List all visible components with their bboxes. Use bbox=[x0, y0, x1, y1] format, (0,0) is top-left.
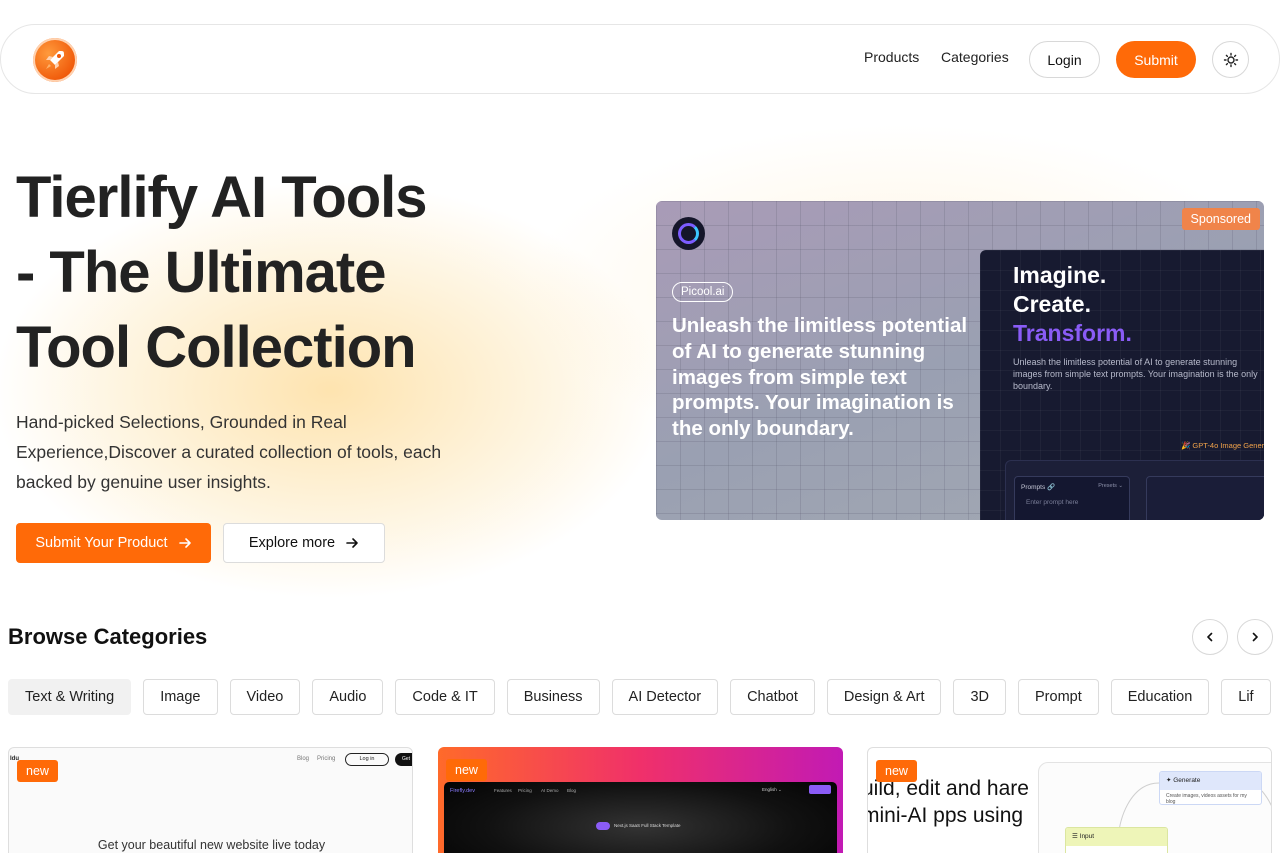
card-site-brand: Firefly.dev bbox=[450, 788, 475, 794]
banner-site-chip: Picool.ai bbox=[672, 282, 734, 302]
card-announcement-text: Next.js SaaS Full Stack Template bbox=[614, 823, 681, 828]
card-headline: uild, edit and hare mini-AI pps using bbox=[867, 777, 1029, 827]
category-tab-video[interactable]: Video bbox=[229, 679, 301, 715]
submit-your-product-button[interactable]: Submit Your Product bbox=[16, 523, 211, 563]
card-announcement-pill: Next.js SaaS Full Stack Template bbox=[596, 821, 688, 831]
product-card[interactable]: uild, edit and hare mini-AI pps using ✦ … bbox=[867, 747, 1272, 853]
card-signin-pill bbox=[809, 785, 831, 794]
card-language: English ⌄ bbox=[762, 787, 782, 792]
nav-products[interactable]: Products bbox=[864, 49, 919, 65]
panel-heading-line: Create. bbox=[1013, 291, 1091, 317]
hero-title-line: Tierlify AI Tools bbox=[16, 165, 428, 230]
hero-title-line: - The Ultimate bbox=[16, 240, 387, 305]
new-badge: new bbox=[17, 760, 58, 782]
new-badge: new bbox=[446, 759, 487, 781]
category-tab-ai-detector[interactable]: AI Detector bbox=[611, 679, 719, 715]
generate-node: ✦ Generate Create images, videos assets … bbox=[1159, 771, 1262, 805]
sponsored-badge: Sponsored bbox=[1181, 208, 1260, 230]
categories-next-button[interactable] bbox=[1237, 619, 1273, 655]
panel-prompt-area: Prompts 🔗 Presets ⌄ Enter prompt here bbox=[1005, 460, 1264, 520]
category-tab-design-art[interactable]: Design & Art bbox=[826, 679, 942, 715]
category-tab-chatbot[interactable]: Chatbot bbox=[730, 679, 815, 715]
generate-node-text: Create images, videos assets for my blog bbox=[1166, 793, 1247, 805]
category-tab-business[interactable]: Business bbox=[506, 679, 600, 715]
sponsored-banner[interactable]: Picool.ai Unleash the limitless potentia… bbox=[656, 201, 1264, 520]
panel-feature-label: 🎉 GPT-4o Image Generat bbox=[1181, 441, 1264, 450]
categories-prev-button[interactable] bbox=[1192, 619, 1228, 655]
browse-categories-title: Browse Categories bbox=[8, 624, 208, 649]
theme-toggle-button[interactable] bbox=[1212, 41, 1249, 78]
card-nav-item: Pricing bbox=[317, 756, 336, 762]
category-tab-education[interactable]: Education bbox=[1110, 679, 1210, 715]
chevron-right-icon bbox=[1252, 632, 1258, 642]
chevron-left-icon bbox=[1207, 632, 1213, 642]
nav-categories[interactable]: Categories bbox=[941, 49, 1009, 65]
hero-title-line: Tool Collection bbox=[16, 315, 417, 380]
generate-node-title: ✦ Generate bbox=[1160, 772, 1261, 790]
category-tab-lifestyle[interactable]: Lif bbox=[1221, 679, 1271, 715]
prompt-label: Prompts 🔗 bbox=[1021, 484, 1056, 491]
category-tab-3d[interactable]: 3D bbox=[953, 679, 1007, 715]
submit-your-product-label: Submit Your Product bbox=[35, 535, 168, 551]
input-node-title: ☰ Input bbox=[1066, 828, 1167, 846]
panel-heading: Imagine. Create. Transform. bbox=[1013, 261, 1132, 348]
presets-label: Presets ⌄ bbox=[1098, 483, 1123, 489]
product-card[interactable]: new Firefly.dev Features Pricing AI Demo… bbox=[438, 747, 843, 853]
banner-headline: Unleash the limitless potential of AI to… bbox=[672, 314, 968, 441]
site-header: Products Categories Login Submit bbox=[0, 24, 1280, 94]
card-flow-canvas: ✦ Generate Create images, videos assets … bbox=[1038, 762, 1271, 853]
card-cta-pill: Get bbox=[395, 753, 412, 766]
picool-logo bbox=[672, 217, 705, 250]
category-tab-prompt[interactable]: Prompt bbox=[1018, 679, 1099, 715]
card-nav-item: Blog bbox=[567, 788, 577, 793]
banner-preview-panel: Imagine. Create. Transform. Unleash the … bbox=[980, 250, 1264, 520]
product-card[interactable]: new Idu Blog Pricing Log in Get Get your… bbox=[8, 747, 413, 853]
arrow-right-icon bbox=[346, 538, 358, 548]
card-headline: Get your beautiful new website live toda… bbox=[97, 838, 326, 852]
hero-subtitle: Hand-picked Selections, Grounded in Real… bbox=[16, 412, 442, 492]
panel-heading-line: Imagine. bbox=[1013, 262, 1107, 288]
prompt-card: Prompts 🔗 Presets ⌄ Enter prompt here bbox=[1014, 476, 1130, 520]
category-tab-image[interactable]: Image bbox=[143, 679, 218, 715]
explore-more-label: Explore more bbox=[248, 535, 336, 551]
input-node: ☰ Input bbox=[1065, 827, 1168, 853]
card-nav-item: Blog bbox=[297, 756, 310, 762]
category-tab-audio[interactable]: Audio bbox=[312, 679, 384, 715]
preview-card bbox=[1146, 476, 1264, 520]
category-tabs: Text & Writing Image Video Audio Code & … bbox=[8, 679, 1272, 717]
rocket-icon[interactable] bbox=[33, 38, 77, 82]
card-nav-item: Pricing bbox=[518, 788, 532, 793]
submit-button[interactable]: Submit bbox=[1116, 41, 1196, 78]
hero-title: Tierlify AI Tools - The Ultimate Tool Co… bbox=[16, 160, 576, 385]
category-tab-text-writing[interactable]: Text & Writing bbox=[8, 679, 132, 715]
arrow-right-icon bbox=[178, 538, 191, 548]
card-nav-item: Features bbox=[494, 788, 512, 793]
sun-icon bbox=[1223, 52, 1238, 67]
card-login-pill: Log in bbox=[345, 753, 389, 766]
login-button[interactable]: Login bbox=[1029, 41, 1100, 78]
category-tab-code-it[interactable]: Code & IT bbox=[395, 679, 495, 715]
prompt-placeholder: Enter prompt here bbox=[1020, 495, 1125, 520]
panel-heading-accent: Transform. bbox=[1013, 320, 1132, 346]
card-screenshot: Firefly.dev Features Pricing AI Demo Blo… bbox=[444, 782, 837, 853]
new-badge: new bbox=[876, 760, 917, 782]
card-nav-item: AI Demo bbox=[541, 788, 559, 793]
explore-more-button[interactable]: Explore more bbox=[223, 523, 385, 563]
panel-description: Unleash the limitless potential of AI to… bbox=[1013, 357, 1258, 391]
